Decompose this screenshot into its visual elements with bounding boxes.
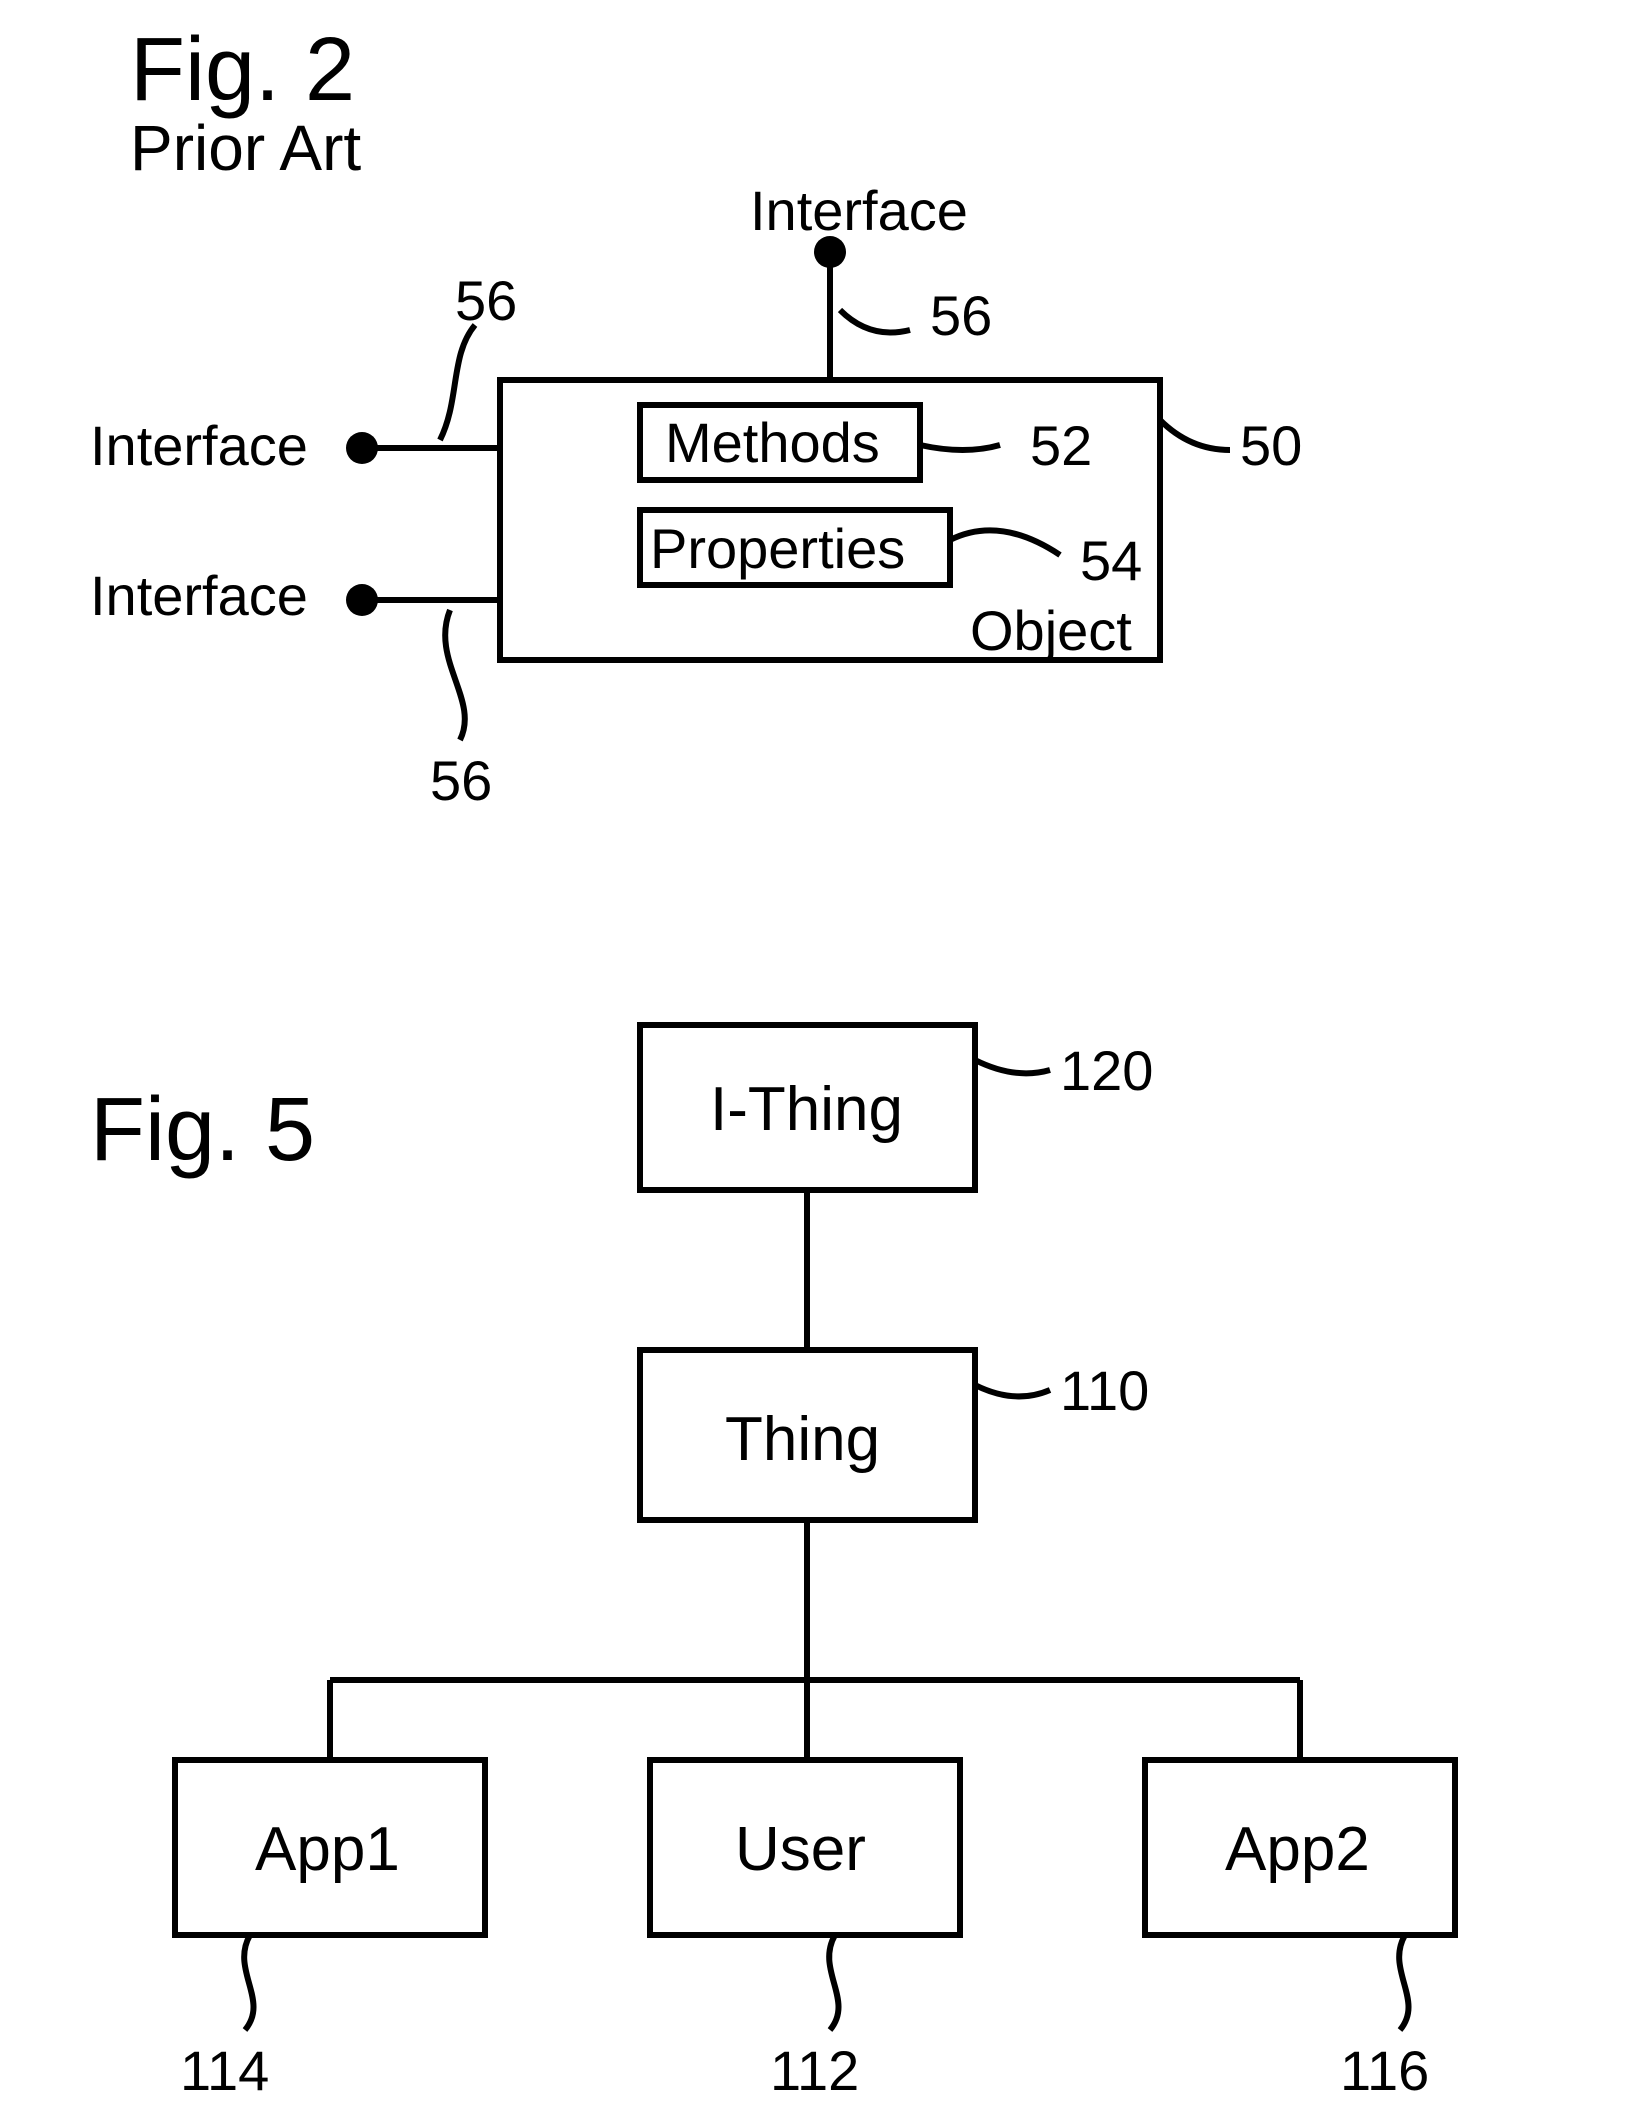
fig5-title: Fig. 5 <box>90 1080 315 1180</box>
object-label: Object <box>970 599 1132 662</box>
ref56-top: 56 <box>930 284 992 347</box>
ref54: 54 <box>1080 529 1142 592</box>
interface-left1-label: Interface <box>90 414 308 477</box>
ref56-top-leader <box>840 310 910 333</box>
ref120: 120 <box>1060 1039 1153 1102</box>
ref56-leftbot-leader <box>445 610 465 740</box>
app1-label: App1 <box>255 1815 400 1884</box>
ithing-label: I-Thing <box>710 1075 903 1144</box>
user-label: User <box>735 1815 866 1884</box>
ref56-lefttop-leader <box>440 325 475 440</box>
app2-label: App2 <box>1225 1815 1370 1884</box>
ref50-leader <box>1160 420 1230 450</box>
ref116: 116 <box>1340 2039 1429 2102</box>
ref50: 50 <box>1240 414 1302 477</box>
ref112: 112 <box>770 2039 859 2102</box>
fig2-group: Fig. 2 Prior Art Methods Properties Obje… <box>90 20 1302 812</box>
ref116-leader <box>1399 1935 1408 2030</box>
ref56-lefttop: 56 <box>455 269 517 332</box>
ref110: 110 <box>1060 1359 1149 1422</box>
ref54-leader <box>950 530 1060 555</box>
interface-left2-dot <box>346 584 378 616</box>
ref112-leader <box>829 1935 838 2030</box>
interface-left1-dot <box>346 432 378 464</box>
fig5-group: Fig. 5 I-Thing 120 Thing 110 App1 114 Us… <box>90 1025 1455 2102</box>
fig2-title: Fig. 2 <box>130 20 355 120</box>
ref114-leader <box>244 1935 253 2030</box>
diagram-canvas: Fig. 2 Prior Art Methods Properties Obje… <box>0 0 1651 2123</box>
ref120-leader <box>975 1060 1050 1073</box>
interface-top-label: Interface <box>750 179 968 242</box>
interface-left2-label: Interface <box>90 564 308 627</box>
ref114: 114 <box>180 2039 269 2102</box>
fig2-subtitle: Prior Art <box>130 112 361 184</box>
ref52: 52 <box>1030 414 1092 477</box>
ref52-leader <box>920 445 1000 450</box>
methods-label: Methods <box>665 411 880 474</box>
ref56-leftbot: 56 <box>430 749 492 812</box>
properties-label: Properties <box>650 517 905 580</box>
ref110-leader <box>975 1385 1050 1396</box>
thing-label: Thing <box>725 1405 880 1474</box>
